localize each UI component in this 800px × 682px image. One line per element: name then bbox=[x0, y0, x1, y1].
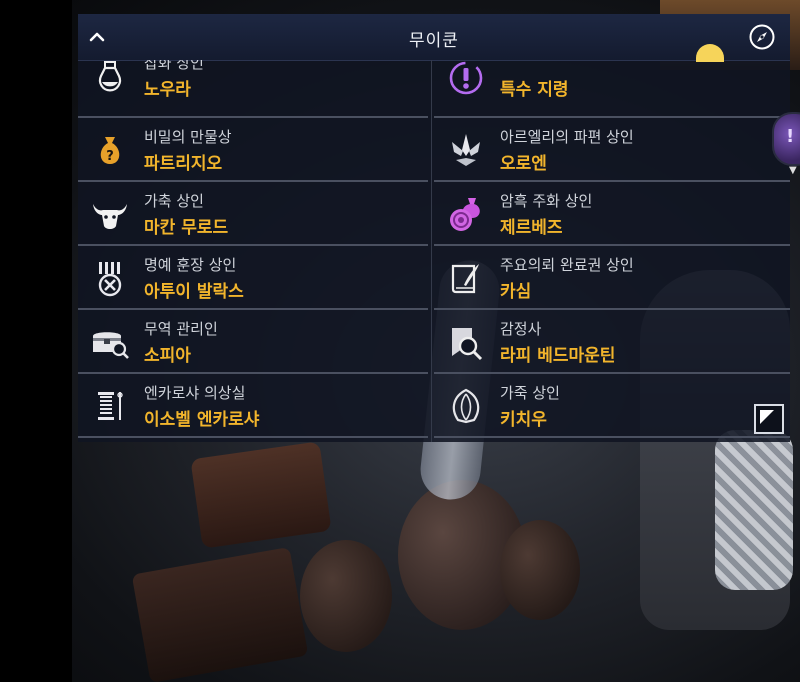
npc-entry[interactable]: 감정사 라피 베드마운틴 bbox=[434, 310, 784, 374]
svg-text:?: ? bbox=[106, 149, 114, 164]
npc-name: 오로엔 bbox=[500, 154, 547, 174]
npc-name: 마칸 무로드 bbox=[144, 218, 229, 238]
quest-book-quill-icon bbox=[451, 264, 479, 294]
npc-entry[interactable]: 암흑 주화 상인 제르베즈 bbox=[434, 182, 784, 246]
appraiser-magnifier-icon bbox=[452, 328, 483, 361]
column-divider bbox=[431, 60, 432, 442]
npc-name: 파트리지오 bbox=[144, 154, 223, 174]
npc-entry[interactable]: 잡화 상인 노우라 bbox=[78, 60, 428, 108]
npc-name: 이소벨 엔카로샤 bbox=[144, 410, 260, 430]
trade-chest-search-icon bbox=[93, 332, 129, 359]
tailor-spool-needle-icon bbox=[98, 392, 123, 420]
resize-expand-button[interactable] bbox=[754, 404, 784, 434]
clay-pot bbox=[300, 540, 392, 652]
money-bag-question-icon: ? bbox=[100, 137, 120, 164]
npc-role: 무역 관리인 bbox=[144, 320, 218, 338]
npc-entry[interactable]: 주요의뢰 완료권 상인 카심 bbox=[434, 246, 784, 310]
exclamation-icon: ! bbox=[786, 126, 795, 147]
npc-role: 비밀의 만물상 bbox=[144, 128, 232, 146]
npc-role: 명예 훈장 상인 bbox=[144, 256, 237, 274]
npc-name: 특수 지령 bbox=[500, 80, 569, 100]
npc-name: 소피아 bbox=[144, 346, 191, 366]
npc-entry[interactable]: 엔카로샤 의상실 이소벨 엔카로샤 bbox=[78, 374, 428, 438]
npc-entry[interactable]: 아르엘리의 파편 상인 오로엔 bbox=[434, 118, 784, 182]
special-order-exclamation-icon bbox=[449, 61, 483, 95]
npc-entry[interactable]: 가죽 상인 키치우 bbox=[434, 374, 784, 438]
npc-role: 가죽 상인 bbox=[500, 384, 560, 402]
npc-role: 아르엘리의 파편 상인 bbox=[500, 128, 634, 146]
compass-icon bbox=[749, 24, 775, 50]
panel-header: 무이쿤 bbox=[78, 14, 790, 61]
dark-coin-pouch-icon bbox=[450, 198, 480, 231]
side-quest-badge[interactable]: ! bbox=[772, 112, 800, 166]
leather-hide-icon bbox=[452, 388, 480, 424]
honor-medal-icon bbox=[98, 262, 122, 297]
npc-grid: 잡화 상인 노우라 특수 지령 ? 비밀의 만물상 파트리지오 아르엘리의 파편… bbox=[78, 60, 790, 442]
npc-cloth bbox=[715, 430, 793, 590]
npc-entry[interactable]: 무역 관리인 소피아 bbox=[78, 310, 428, 374]
npc-entry[interactable]: ? 비밀의 만물상 파트리지오 bbox=[78, 118, 428, 182]
panel-title: 무이쿤 bbox=[409, 31, 459, 51]
npc-role: 가축 상인 bbox=[144, 192, 204, 210]
npc-entry[interactable]: 명예 훈장 상인 아투이 발락스 bbox=[78, 246, 428, 310]
npc-entry[interactable]: 가축 상인 마칸 무로드 bbox=[78, 182, 428, 246]
npc-role: 감정사 bbox=[500, 320, 542, 338]
expand-corner-icon bbox=[760, 410, 774, 424]
npc-name: 키치우 bbox=[500, 410, 547, 430]
npc-name: 라피 베드마운틴 bbox=[500, 346, 616, 366]
chevron-down-icon: ▼ bbox=[789, 165, 797, 176]
row-divider bbox=[78, 436, 428, 438]
npc-name: 제르베즈 bbox=[500, 218, 563, 238]
npc-name: 카심 bbox=[500, 282, 532, 302]
clay-pot bbox=[500, 520, 580, 620]
npc-role: 암흑 주화 상인 bbox=[500, 192, 593, 210]
row-divider bbox=[434, 436, 790, 438]
npc-directory-panel: 무이쿤 잡화 상인 노우라 특수 지령 ? 비밀의 만물상 파트리지오 아르엘리… bbox=[78, 14, 790, 442]
navigate-button[interactable] bbox=[748, 23, 776, 51]
npc-entry[interactable]: 특수 지령 bbox=[434, 60, 784, 108]
wooden-crate bbox=[131, 546, 309, 682]
npc-name: 아투이 발락스 bbox=[144, 282, 244, 302]
npc-name: 노우라 bbox=[144, 80, 191, 100]
ox-head-icon bbox=[93, 204, 127, 229]
shard-crystal-icon bbox=[452, 134, 480, 166]
npc-role: 엔카로샤 의상실 bbox=[144, 384, 246, 402]
npc-role: 잡화 상인 bbox=[144, 60, 204, 72]
screen-edge-shadow bbox=[0, 0, 72, 682]
npc-role: 주요의뢰 완료권 상인 bbox=[500, 256, 634, 274]
wooden-chest bbox=[190, 441, 332, 549]
potion-flask-icon bbox=[98, 61, 122, 92]
